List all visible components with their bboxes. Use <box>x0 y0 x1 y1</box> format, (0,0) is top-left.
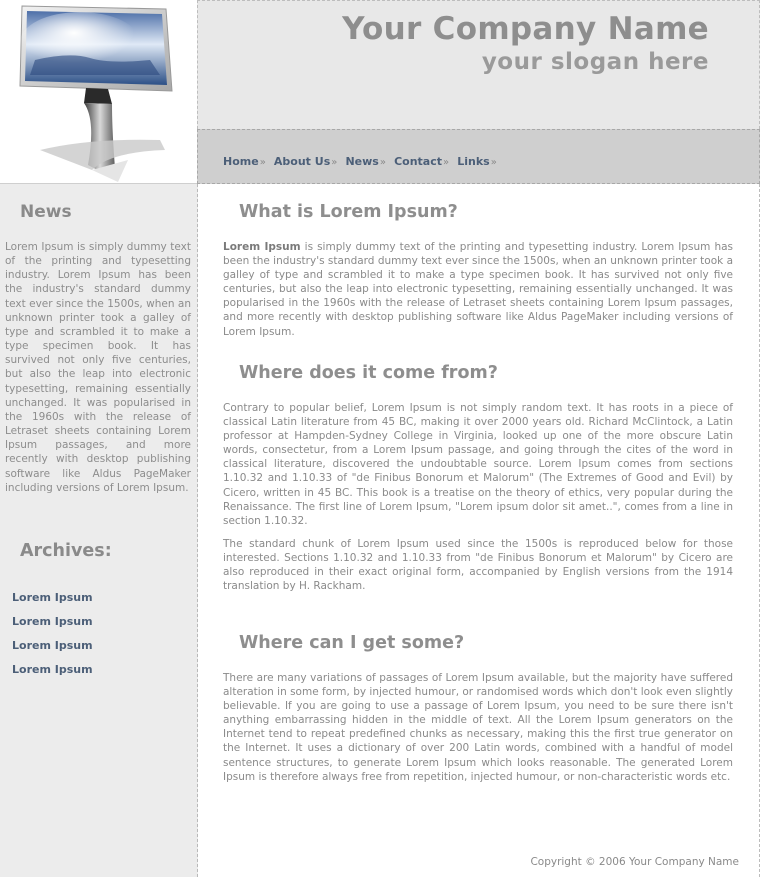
nav-list: Home» About Us» News» Contact» Links» <box>223 150 500 169</box>
main-navigation: Home» About Us» News» Contact» Links» <box>197 129 760 184</box>
nav-link-home[interactable]: Home <box>223 155 259 168</box>
nav-item-news: News» <box>345 155 389 168</box>
archive-link[interactable]: Lorem Ipsum <box>12 639 93 652</box>
sidebar: News Lorem Ipsum is simply dummy text of… <box>0 184 198 877</box>
nav-separator-icon: » <box>259 157 266 168</box>
section-text-where-get: There are many variations of passages of… <box>223 672 733 783</box>
company-name: Your Company Name <box>342 11 709 47</box>
section-text-what-is-body: is simply dummy text of the printing and… <box>223 241 734 338</box>
archive-item: Lorem Ipsum <box>12 586 93 610</box>
archive-item: Lorem Ipsum <box>12 634 93 658</box>
archive-link[interactable]: Lorem Ipsum <box>12 615 93 628</box>
archive-item: Lorem Ipsum <box>12 610 93 634</box>
nav-link-contact[interactable]: Contact <box>394 155 442 168</box>
section-heading-where-get: Where can I get some? <box>239 633 465 653</box>
nav-separator-icon: » <box>379 157 386 168</box>
nav-separator-icon: » <box>490 157 497 168</box>
news-heading: News <box>20 202 72 222</box>
nav-item-links: Links» <box>457 155 500 168</box>
section-text-origin-1: Contrary to popular belief, Lorem Ipsum … <box>223 402 733 527</box>
archive-list: Lorem Ipsum Lorem Ipsum Lorem Ipsum Lore… <box>12 586 93 682</box>
section-text-origin-2: The standard chunk of Lorem Ipsum used s… <box>223 538 733 593</box>
nav-link-links[interactable]: Links <box>457 155 489 168</box>
nav-link-about-us[interactable]: About Us <box>274 155 330 168</box>
site-header: Your Company Name your slogan here <box>197 0 760 129</box>
section-text-what-is: Lorem Ipsum is simply dummy text of the … <box>223 240 733 339</box>
archive-link[interactable]: Lorem Ipsum <box>12 663 93 676</box>
logo <box>0 0 197 184</box>
archive-item: Lorem Ipsum <box>12 658 93 682</box>
archive-link[interactable]: Lorem Ipsum <box>12 591 93 604</box>
nav-separator-icon: » <box>443 157 450 168</box>
nav-item-about: About Us» <box>274 155 340 168</box>
monitor-logo-image <box>19 5 173 182</box>
section-heading-what-is: What is Lorem Ipsum? <box>239 202 458 222</box>
news-text: Lorem Ipsum is simply dummy text of the … <box>5 241 191 494</box>
archives-heading: Archives: <box>20 541 112 561</box>
bold-term: Lorem Ipsum <box>223 241 301 253</box>
main-content: What is Lorem Ipsum? Lorem Ipsum is simp… <box>199 184 760 877</box>
section-heading-origin: Where does it come from? <box>239 363 498 383</box>
nav-link-news[interactable]: News <box>345 155 378 168</box>
nav-item-contact: Contact» <box>394 155 452 168</box>
copyright-notice: Copyright © 2006 Your Company Name <box>530 856 739 868</box>
nav-item-home: Home» <box>223 155 269 168</box>
slogan: your slogan here <box>481 49 709 75</box>
nav-separator-icon: » <box>331 157 338 168</box>
